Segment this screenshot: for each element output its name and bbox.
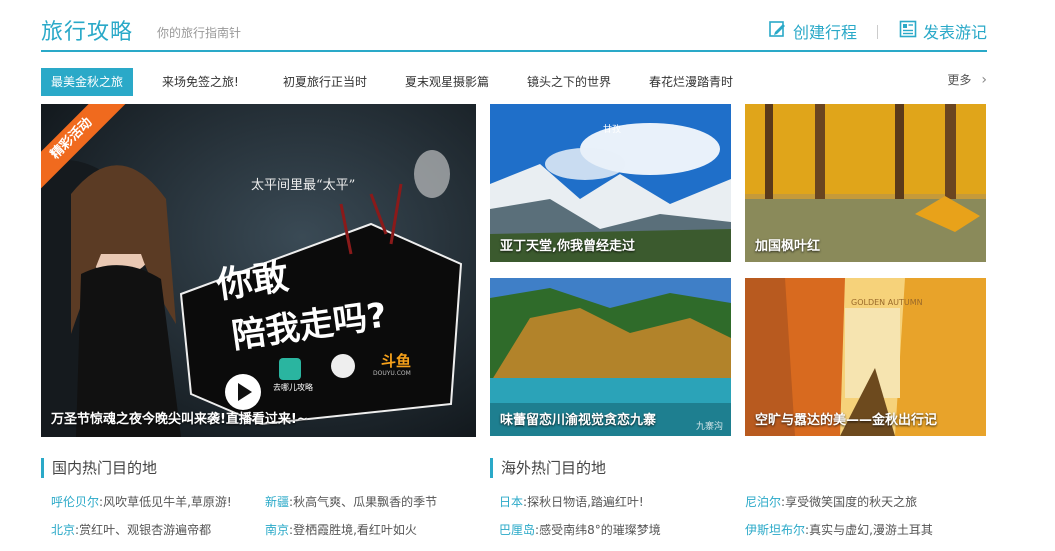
destination-desc: 享受微笑国度的秋天之旅 <box>785 495 918 509</box>
publish-travelogue-label: 发表游记 <box>923 23 988 42</box>
page-subtitle: 你的旅行指南针 <box>157 26 242 40</box>
more-link[interactable]: 更多 › <box>947 68 987 96</box>
poster-tagline: 太平间里最“太平” <box>251 178 356 193</box>
header-divider <box>877 25 878 39</box>
domestic-section-title: 国内热门目的地 <box>41 458 157 478</box>
destination-desc: 风吹草低见牛羊,草原游! <box>103 495 232 509</box>
destination-link[interactable]: 尼泊尔 <box>745 495 781 509</box>
overseas-item: 伊斯坦布尔:真实与虚幻,漫游土耳其 <box>745 523 933 537</box>
card-caption: 亚丁天堂,你我曾经走过 <box>500 239 635 254</box>
tab-early-summer[interactable]: 初夏旅行正当时 <box>283 68 367 96</box>
card-caption: 加国枫叶红 <box>755 239 821 254</box>
topic-tabs: 最美金秋之旅 来场免签之旅! 初夏旅行正当时 夏末观星摄影篇 镜头之下的世界 春… <box>41 68 987 96</box>
domestic-item: 北京:赏红叶、观银杏游遍帝都 <box>51 523 212 537</box>
card-caption: 空旷与嚣达的美——金秋出行记 <box>755 413 938 428</box>
brand-douyu: 斗鱼 <box>381 352 412 370</box>
destination-link[interactable]: 伊斯坦布尔 <box>745 523 805 537</box>
page-title: 旅行攻略 <box>41 20 134 45</box>
destination-desc: 探秋日物语,踏遍红叶! <box>527 495 644 509</box>
featured-event-card[interactable]: 精彩活动 太平间里最“太平” 你敢 陪我走吗? 去哪儿攻略 斗鱼 DOUYU.C… <box>41 104 476 437</box>
overseas-item: 日本:探秋日物语,踏遍红叶! <box>499 495 644 509</box>
edit-icon <box>769 20 787 42</box>
destination-desc: 赏红叶、观银杏游遍帝都 <box>79 523 212 537</box>
brand-douyu-url: DOUYU.COM <box>373 370 411 377</box>
create-trip-label: 创建行程 <box>793 23 858 42</box>
destination-desc: 秋高气爽、瓜果飘香的季节 <box>293 495 438 509</box>
destination-desc: 登栖霞胜境,看红叶如火 <box>293 523 417 537</box>
destination-link[interactable]: 呼伦贝尔 <box>51 495 99 509</box>
domestic-item: 新疆:秋高气爽、瓜果飘香的季节 <box>265 495 438 509</box>
photo-badge: 甘孜 <box>603 125 622 135</box>
destination-link[interactable]: 南京 <box>265 523 289 537</box>
destination-desc: 感受南纬8°的璀璨梦境 <box>539 523 661 537</box>
destination-link[interactable]: 北京 <box>51 523 75 537</box>
overseas-item: 尼泊尔:享受微笑国度的秋天之旅 <box>745 495 918 509</box>
publish-travelogue-button[interactable]: 发表游记 <box>899 19 987 43</box>
overseas-section-title: 海外热门目的地 <box>490 458 606 478</box>
domestic-item: 南京:登栖霞胜境,看红叶如火 <box>265 523 417 537</box>
tab-visa-free[interactable]: 来场免签之旅! <box>162 68 239 96</box>
card-caption: 味蕾留恋川渝视觉贪恋九寨 <box>500 413 657 428</box>
tab-stargazing[interactable]: 夏末观星摄影篇 <box>405 68 489 96</box>
destination-link[interactable]: 日本 <box>499 495 523 509</box>
photo-card-yading[interactable]: 甘孜 亚丁天堂,你我曾经走过 <box>490 104 731 262</box>
page-header: 旅行攻略 你的旅行指南针 创建行程 发表游记 <box>41 12 987 52</box>
domestic-item: 呼伦贝尔:风吹草低见牛羊,草原游! <box>51 495 232 509</box>
featured-caption: 万圣节惊魂之夜今晚尖叫来袭!直播看过来!~ <box>51 412 308 427</box>
destination-desc: 真实与虚幻,漫游土耳其 <box>809 523 933 537</box>
document-icon <box>899 20 917 42</box>
destination-link[interactable]: 新疆 <box>265 495 289 509</box>
photo-watermark: 九寨沟 <box>695 422 723 432</box>
overseas-item: 巴厘岛:感受南纬8°的璀璨梦境 <box>499 523 661 537</box>
tab-autumn[interactable]: 最美金秋之旅 <box>41 68 134 96</box>
destination-link[interactable]: 巴厘岛 <box>499 523 535 537</box>
tab-spring-flowers[interactable]: 春花烂漫踏青时 <box>649 68 733 96</box>
create-trip-button[interactable]: 创建行程 <box>769 19 857 43</box>
photo-card-canada[interactable]: 加国枫叶红 <box>745 104 986 262</box>
brand-qunar: 去哪儿攻略 <box>273 383 313 392</box>
more-label: 更多 <box>947 73 972 87</box>
photo-card-jiuzhai[interactable]: 九寨沟 味蕾留恋川渝视觉贪恋九寨 <box>490 278 731 436</box>
photo-text-overlay: GOLDEN AUTUMN <box>851 298 923 307</box>
photo-card-golden-autumn[interactable]: GOLDEN AUTUMN 空旷与嚣达的美——金秋出行记 <box>745 278 986 436</box>
poster-headline-1: 你敢 <box>213 256 292 307</box>
tab-lens-world[interactable]: 镜头之下的世界 <box>527 68 611 96</box>
chevron-right-icon: › <box>981 72 987 88</box>
